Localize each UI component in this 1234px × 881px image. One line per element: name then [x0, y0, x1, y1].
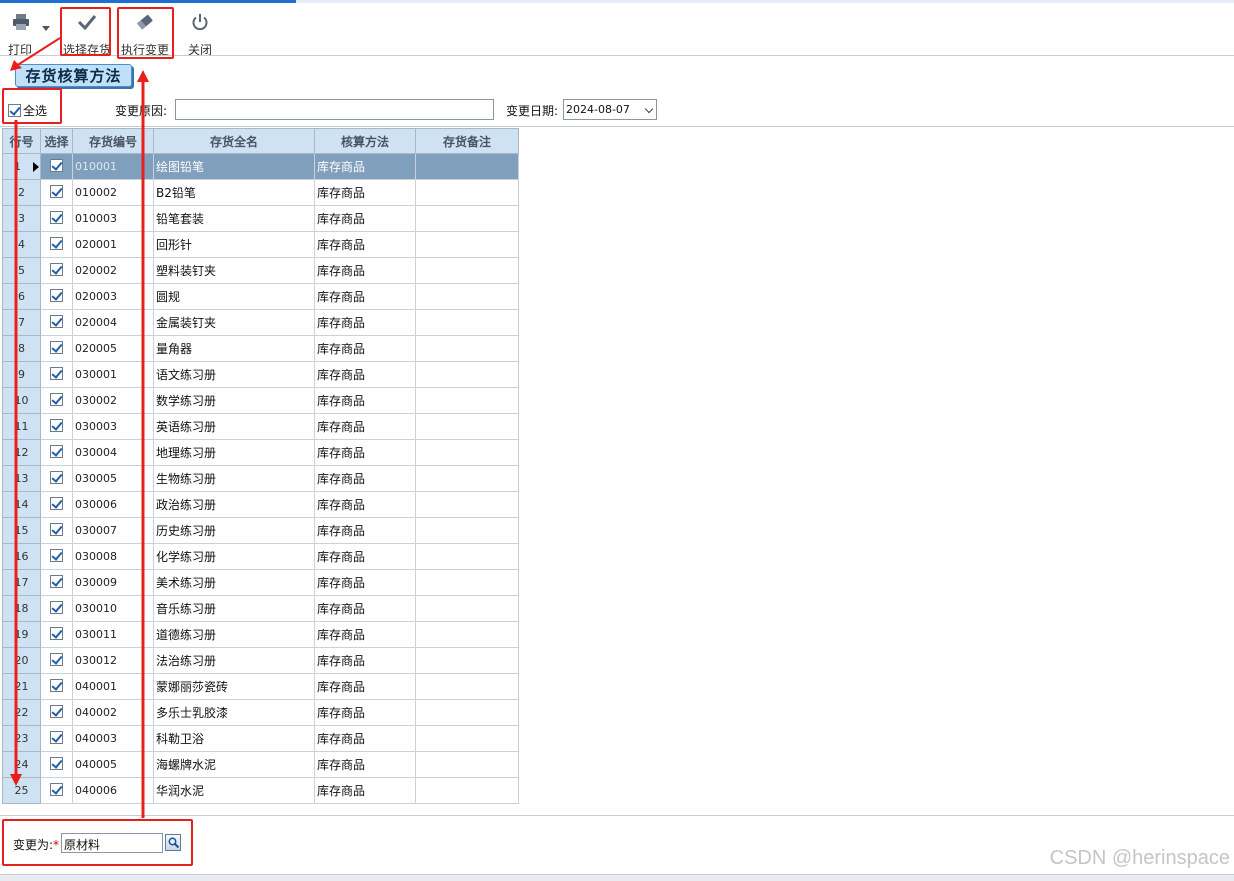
- annotation-arrows: [10, 37, 149, 818]
- app-window: 打印 选择存货 执行变更 关闭 存货核算方法 全选 变更原因: 变更日期: 20…: [0, 0, 1234, 881]
